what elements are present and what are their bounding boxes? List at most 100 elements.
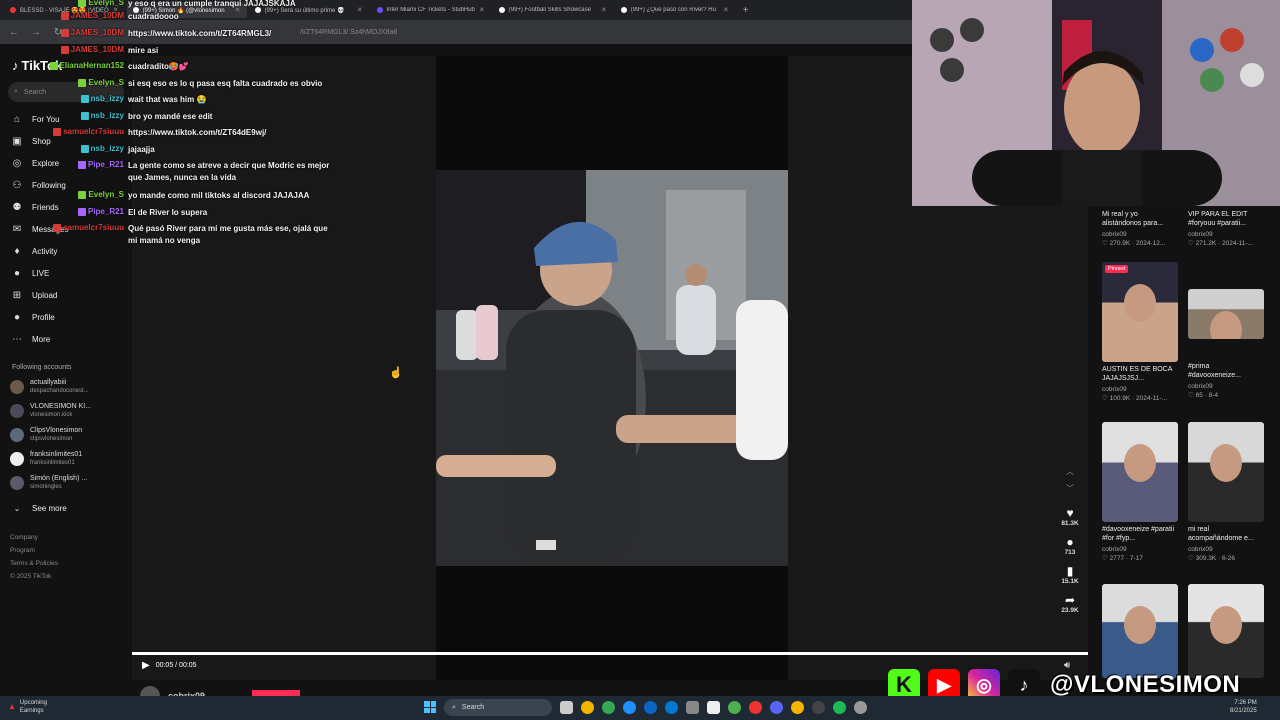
chat-username-text: Pipe_R21	[87, 207, 124, 216]
chrome-active-icon[interactable]	[791, 701, 804, 714]
browser-tab[interactable]: (99+) ¿Qué pasó con River? Hu ✕	[615, 2, 735, 18]
video-player[interactable]	[436, 170, 788, 566]
chat-username[interactable]: nsb_izzy	[0, 111, 124, 120]
footer-link[interactable]: Company	[10, 534, 38, 541]
sidebar-item-more[interactable]: ⋯ More	[10, 330, 50, 348]
chat-username[interactable]: Evelyn_S	[0, 190, 124, 199]
edge-icon[interactable]	[623, 701, 636, 714]
following-account[interactable]: actuallyabiii despachandoconest...	[10, 378, 89, 395]
close-icon[interactable]: ✕	[723, 6, 729, 14]
taskbar-search[interactable]: ⌕ Search	[444, 699, 552, 716]
account-text: ClipsVlonesimon clipsvlonesimon	[30, 426, 82, 443]
video-thumbnail	[1188, 584, 1264, 678]
sidebar-item-profile[interactable]: ● Profile	[10, 308, 55, 326]
calendar-icon[interactable]	[707, 701, 720, 714]
system-clock[interactable]: 7:26 PM 8/21/2025	[1230, 699, 1257, 715]
chrome-icon[interactable]	[581, 701, 594, 714]
see-more-button[interactable]: ⌄ See more	[10, 499, 67, 517]
video-progress-bar[interactable]	[132, 652, 1088, 655]
webcam-scene	[912, 0, 1280, 206]
alert-icon: ▲	[8, 702, 16, 711]
windows-start-icon[interactable]	[424, 701, 436, 713]
heart-icon[interactable]: ♥	[1066, 506, 1073, 520]
thumbnail-face	[1124, 444, 1156, 482]
chat-message: Pipe_R21 El de River lo supera	[0, 207, 336, 219]
account-name: ClipsVlonesimon	[30, 427, 83, 434]
chat-username[interactable]: JAMES_10DM	[0, 11, 124, 20]
chat-message: Evelyn_S y eso q era un cumple tranqui JA…	[0, 0, 336, 10]
chat-text: bro yo mandé ese edit	[128, 112, 213, 121]
chat-username[interactable]: Pipe_R21	[0, 207, 124, 216]
thumbnail-face	[1210, 311, 1242, 339]
new-tab-button[interactable]: +	[737, 5, 755, 16]
chat-message: Evelyn_S yo mande como mil tiktoks al dis…	[0, 190, 336, 202]
video-stats: ♡ 309.3K · 6-26	[1188, 555, 1236, 562]
browser-tab[interactable]: (99+) Football Skills Showcase ✕	[493, 2, 613, 18]
chat-badge-icon	[80, 94, 89, 103]
close-icon[interactable]: ✕	[601, 6, 607, 14]
chat-badge-icon	[80, 111, 89, 120]
outlook-icon[interactable]	[665, 701, 678, 714]
chat-username[interactable]: JAMES_10DM	[0, 45, 124, 54]
grid-video[interactable]: Pinned AUSTIN ES DE BOCA JAJAJSJSJ... cobr…	[1102, 262, 1178, 402]
chat-username[interactable]: nsb_izzy	[0, 94, 124, 103]
play-icon[interactable]: ▶	[142, 660, 150, 671]
mail-icon[interactable]	[644, 701, 657, 714]
tab-favicon-icon	[620, 7, 627, 13]
chat-username-text: Pipe_R21	[87, 160, 124, 169]
weather-widget[interactable]: ▲ Upcoming Earnings	[8, 699, 47, 715]
account-text: actuallyabiii despachandoconest...	[30, 378, 89, 395]
app-icon[interactable]	[728, 701, 741, 714]
streamer-handle: @VLONESIMON	[1050, 671, 1241, 698]
following-account[interactable]: VLONESIMON KI... vlonesimon.kick	[10, 402, 91, 419]
grid-video[interactable]: Mi real y yo alistándonos para... cobrix0…	[1102, 207, 1178, 247]
sidebar-item-upload[interactable]: ⊞ Upload	[10, 286, 58, 304]
following-account[interactable]: ClipsVlonesimon clipsvlonesimon	[10, 426, 82, 443]
chat-username[interactable]: nsb_izzy	[0, 144, 124, 153]
comment-icon[interactable]: ●	[1066, 535, 1073, 549]
share-icon[interactable]: ➦	[1065, 593, 1075, 607]
following-account[interactable]: Simón (English) ... simoningles	[10, 474, 87, 491]
chat-username[interactable]: Evelyn_S	[0, 78, 124, 87]
file-explorer-icon[interactable]	[560, 701, 573, 714]
grid-video[interactable]	[1102, 584, 1178, 678]
video-stats: ♡ 271.2K · 2024-11-...	[1188, 240, 1253, 247]
sidebar-item-live[interactable]: ● LIVE	[10, 264, 49, 282]
chat-username[interactable]: samuelcr7siuuu	[0, 127, 124, 136]
spotify-icon[interactable]	[833, 701, 846, 714]
grid-video[interactable]	[1188, 584, 1264, 678]
footer-link[interactable]: Program	[10, 547, 35, 554]
chat-text: wait that was him 😭	[128, 95, 207, 104]
grid-video[interactable]: mi real acompañándome e... cobrix09 ♡ 309.…	[1188, 422, 1264, 562]
close-icon[interactable]: ✕	[357, 6, 363, 14]
chat-username[interactable]: ElianaHernan152	[0, 61, 124, 70]
chat-username[interactable]: Pipe_R21	[0, 160, 124, 169]
settings-icon[interactable]	[854, 701, 867, 714]
mouse-cursor-icon: ☝	[389, 367, 403, 379]
chat-message: samuelcr7siuuu Qué pasó River para mí me …	[0, 223, 336, 247]
game-icon[interactable]	[749, 701, 762, 714]
discord-icon[interactable]	[770, 701, 783, 714]
avatar	[10, 403, 24, 418]
chat-username[interactable]: samuelcr7siuuu	[0, 223, 124, 232]
following-account[interactable]: franksinlimites01 franksinlimites01	[10, 450, 82, 467]
footer-link[interactable]: Terms & Policies	[10, 560, 58, 567]
video-stats: ♡ 65 · 8-4	[1188, 392, 1219, 399]
grid-video[interactable]: VIP PARA EL EDIT #foryouu #paratii... cob…	[1188, 207, 1264, 247]
video-thumbnail	[1188, 289, 1264, 339]
video-thumbnail: Pinned	[1102, 262, 1178, 362]
obs-icon[interactable]	[812, 701, 825, 714]
bookmark-icon[interactable]: ▮	[1067, 564, 1074, 578]
sidebar-item-label: LIVE	[32, 268, 50, 278]
chrome-profile-icon[interactable]	[602, 701, 615, 714]
video-author: cobrix09	[1188, 231, 1213, 238]
store-icon[interactable]	[686, 701, 699, 714]
grid-video[interactable]: #davooxeneize #paratii #for #fyp... cobri…	[1102, 422, 1178, 562]
close-icon[interactable]: ✕	[479, 6, 485, 14]
chevron-up-icon[interactable]: ︿	[1066, 466, 1074, 477]
browser-tab[interactable]: Inter Miami CF Tickets - StubHub ✕	[371, 2, 491, 18]
grid-video[interactable]: #prima #davooxeneize... cobrix09 ♡ 65 · 8-…	[1188, 262, 1264, 399]
chevron-down-icon[interactable]: ﹀	[1066, 483, 1074, 494]
chat-username[interactable]: JAMES_10DM	[0, 28, 124, 37]
chat-username[interactable]: Evelyn_S	[0, 0, 124, 7]
